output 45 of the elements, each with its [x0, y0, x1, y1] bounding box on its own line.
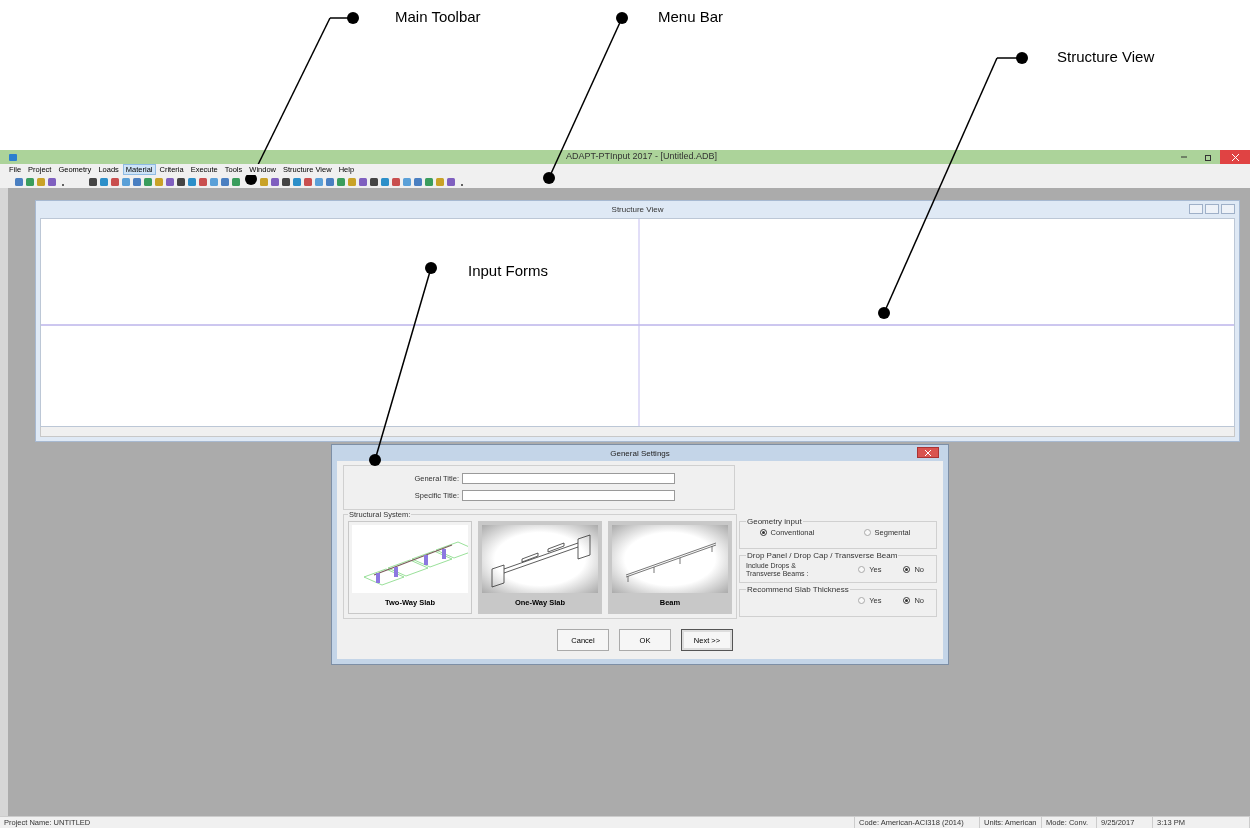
window-title: ADAPT-PTInput 2017 - [Untitled.ADB]	[566, 151, 718, 161]
callout-label: Main Toolbar	[395, 8, 481, 25]
input-field[interactable]	[462, 473, 675, 484]
close-button[interactable]	[917, 447, 939, 458]
toolbar-icon[interactable]	[132, 176, 142, 187]
callout-label: Menu Bar	[658, 8, 724, 25]
toolbar-icon[interactable]	[325, 176, 335, 187]
structure-view-title: Structure View	[611, 205, 664, 214]
input-field[interactable]	[462, 490, 675, 501]
toolbar-icon[interactable]	[88, 176, 98, 187]
close-button[interactable]	[1220, 150, 1250, 164]
radio-icon[interactable]	[903, 566, 911, 574]
callout-label: Input Forms	[468, 262, 549, 279]
radio-icon[interactable]	[759, 529, 767, 536]
minimize-icon	[1181, 156, 1187, 158]
toolbar-icon[interactable]	[176, 176, 186, 187]
group-title: Drop Panel / Drop Cap / Transverse Beam	[746, 551, 899, 560]
group-title: Geometry input	[746, 517, 803, 526]
scroll-bar[interactable]	[40, 427, 1235, 437]
toolbar-icon[interactable]	[110, 176, 120, 187]
toolbar-icon[interactable]	[303, 176, 313, 187]
radio-icon[interactable]	[858, 566, 866, 574]
toolbar-icon[interactable]	[14, 176, 24, 187]
toolbar-icon[interactable]	[391, 176, 401, 187]
close-icon	[925, 449, 931, 456]
group-title: Recommend Slab Thickness	[746, 585, 850, 595]
toolbar-icon[interactable]	[369, 176, 379, 187]
toolbar-icon[interactable]	[446, 176, 456, 187]
radio-icon[interactable]	[903, 597, 911, 605]
toolbar-icon[interactable]	[270, 176, 280, 187]
radio-icon[interactable]	[858, 597, 866, 605]
toolbar-icon[interactable]	[165, 176, 175, 187]
minimize-button[interactable]	[1189, 204, 1203, 214]
toolbar-icon[interactable]	[198, 176, 208, 187]
dialog-title: General Settings	[610, 448, 670, 458]
restore-icon	[1204, 153, 1212, 161]
app-icon	[9, 153, 17, 161]
toolbar-icon[interactable]	[220, 176, 230, 187]
toolbar-icon[interactable]	[413, 176, 423, 187]
toolbar-icon[interactable]	[281, 176, 291, 187]
callout-label: Structure View	[1057, 48, 1155, 65]
close-icon	[1231, 153, 1239, 161]
radio-icon[interactable]	[863, 529, 871, 536]
toolbar-icon[interactable]	[358, 176, 368, 187]
toolbar-icon[interactable]	[47, 176, 57, 187]
